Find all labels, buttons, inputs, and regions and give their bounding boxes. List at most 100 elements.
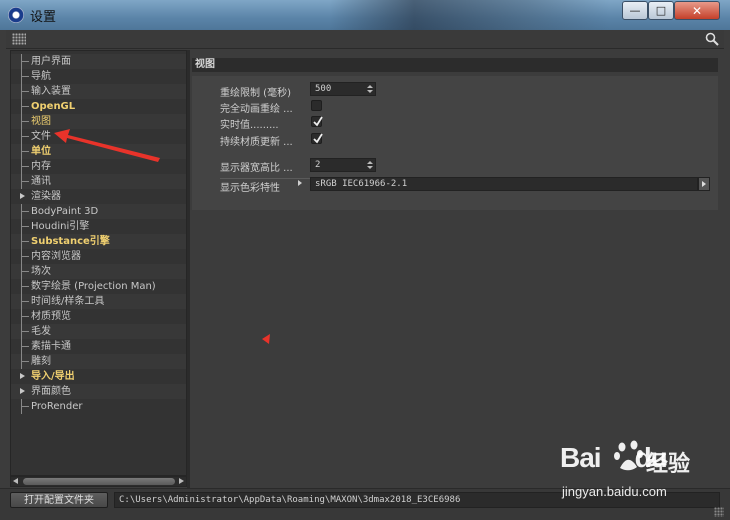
nav-item[interactable]: 界面颜色 — [11, 384, 186, 399]
tree-line-icon — [21, 174, 30, 189]
display-color-profile-label: 显示色彩特性 — [220, 183, 280, 194]
tree-line-icon — [21, 234, 30, 249]
expand-arrow-icon[interactable] — [20, 193, 25, 199]
expand-arrow-icon[interactable] — [20, 373, 25, 379]
display-color-profile-field[interactable]: sRGB IEC61966-2.1 — [310, 177, 698, 191]
nav-item[interactable]: 内容浏览器 — [11, 249, 186, 264]
nav-item[interactable]: 渲染器 — [11, 189, 186, 204]
nav-item-label: 内存 — [31, 161, 51, 172]
minimize-button[interactable]: — — [622, 1, 648, 20]
checkmark-icon — [313, 116, 323, 127]
resize-grip-icon[interactable] — [714, 507, 724, 517]
spinner-arrows-icon[interactable] — [367, 84, 373, 94]
scroll-right-icon[interactable] — [179, 478, 184, 484]
nav-item-label: 场次 — [31, 266, 51, 277]
nav-item-label: 材质预览 — [31, 311, 71, 322]
scroll-left-icon[interactable] — [13, 478, 18, 484]
annotation-arrow-icon — [54, 129, 160, 162]
nav-item[interactable]: BodyPaint 3D — [11, 204, 186, 219]
realtime-value-checkbox[interactable] — [311, 116, 323, 127]
search-icon[interactable] — [704, 31, 720, 47]
nav-item-label: 内容浏览器 — [31, 251, 81, 262]
expand-triangle-icon[interactable] — [298, 180, 302, 186]
tree-line-icon — [21, 204, 30, 219]
nav-item[interactable]: 毛发 — [11, 324, 186, 339]
nav-horizontal-scrollbar[interactable] — [10, 476, 187, 487]
nav-item-label: BodyPaint 3D — [31, 206, 99, 217]
nav-item-label: 毛发 — [31, 326, 51, 337]
nav-item-label: Substance引擎 — [31, 236, 110, 247]
display-aspect-label: 显示器宽高比 ... — [220, 163, 293, 174]
scrollbar-thumb[interactable] — [23, 478, 175, 485]
nav-item-label: 时间线/样条工具 — [31, 296, 105, 307]
nav-item-label: 文件 — [31, 131, 51, 142]
nav-item-label: 界面颜色 — [31, 386, 71, 397]
nav-item[interactable]: 通讯 — [11, 174, 186, 189]
nav-item[interactable]: Houdini引擎 — [11, 219, 186, 234]
nav-item[interactable]: ProRender — [11, 399, 186, 414]
nav-item[interactable]: Substance引擎 — [11, 234, 186, 249]
tree-line-icon — [21, 219, 30, 234]
tree-line-icon — [21, 69, 30, 84]
nav-item[interactable]: 雕刻 — [11, 354, 186, 369]
continuous-material-update-checkbox[interactable] — [311, 133, 323, 144]
nav-item-label: 导航 — [31, 71, 51, 82]
nav-item[interactable]: 素描卡通 — [11, 339, 186, 354]
nav-item[interactable]: OpenGL — [11, 99, 186, 114]
color-profile-menu-button[interactable] — [698, 177, 710, 191]
nav-item[interactable]: 输入装置 — [11, 84, 186, 99]
tree-line-icon — [21, 114, 30, 129]
spinner-arrows-icon[interactable] — [367, 160, 373, 170]
view-settings-group: 重绘限制 (毫秒) 500 完全动画重绘 ... 实时值......... 持续… — [192, 76, 718, 210]
toolbar — [6, 30, 724, 49]
display-aspect-input[interactable]: 2 — [310, 158, 376, 172]
tree-line-icon — [21, 99, 30, 114]
nav-item-label: Houdini引擎 — [31, 221, 90, 232]
background-blur — [330, 0, 610, 30]
close-button[interactable]: ✕ — [674, 1, 720, 20]
title-bar[interactable]: 设置 — □ ✕ — [0, 0, 730, 30]
nav-item-label: ProRender — [31, 401, 83, 412]
settings-panel: 视图 重绘限制 (毫秒) 500 完全动画重绘 ... 实时值.........… — [190, 50, 724, 488]
tree-line-icon — [21, 294, 30, 309]
settings-window: 设置 — □ ✕ 用户界面导航输入装置 OpenGL 视图文件单位内存通讯渲染器 Bo… — [0, 0, 730, 520]
nav-item[interactable]: 材质预览 — [11, 309, 186, 324]
tree-line-icon — [21, 129, 30, 144]
nav-item[interactable]: 导入/导出 — [11, 369, 186, 384]
continuous-material-update-label: 持续材质更新 ... — [220, 137, 293, 148]
nav-item[interactable]: 用户界面 — [11, 54, 186, 69]
grip-icon[interactable] — [12, 33, 26, 45]
maximize-button[interactable]: □ — [648, 1, 674, 20]
tree-line-icon — [21, 84, 30, 99]
tree-line-icon — [21, 54, 30, 69]
realtime-value-label: 实时值......... — [220, 120, 279, 131]
cursor-pointer-icon — [262, 334, 270, 344]
nav-item-label: 数字绘景 (Projection Man) — [31, 281, 156, 292]
nav-item[interactable]: 导航 — [11, 69, 186, 84]
tree-line-icon — [21, 324, 30, 339]
expand-arrow-icon[interactable] — [20, 388, 25, 394]
nav-item-label: 输入装置 — [31, 86, 71, 97]
tree-line-icon — [21, 399, 30, 414]
nav-item-label: 用户界面 — [31, 56, 71, 67]
tree-line-icon — [21, 159, 30, 174]
nav-item-label: 渲染器 — [31, 191, 61, 202]
baidu-watermark: Bai du 经验 jingyan.baidu.com — [558, 440, 728, 505]
section-title: 视图 — [192, 58, 718, 72]
cinema4d-app-icon — [8, 7, 24, 23]
nav-item-label: 单位 — [31, 146, 51, 157]
nav-item[interactable]: 时间线/样条工具 — [11, 294, 186, 309]
redraw-limit-label: 重绘限制 (毫秒) — [220, 88, 291, 99]
tree-line-icon — [21, 279, 30, 294]
tree-line-icon — [21, 144, 30, 159]
nav-item-label: 素描卡通 — [31, 341, 71, 352]
nav-item[interactable]: 数字绘景 (Projection Man) — [11, 279, 186, 294]
watermark-url: jingyan.baidu.com — [562, 484, 667, 499]
open-config-folder-button[interactable]: 打开配置文件夹 — [10, 492, 108, 508]
nav-item[interactable]: 场次 — [11, 264, 186, 279]
nav-item-label: 视图 — [31, 116, 51, 127]
full-anim-redraw-checkbox[interactable] — [311, 100, 322, 111]
tree-line-icon — [21, 339, 30, 354]
redraw-limit-input[interactable]: 500 — [310, 82, 376, 96]
tree-line-icon — [21, 264, 30, 279]
